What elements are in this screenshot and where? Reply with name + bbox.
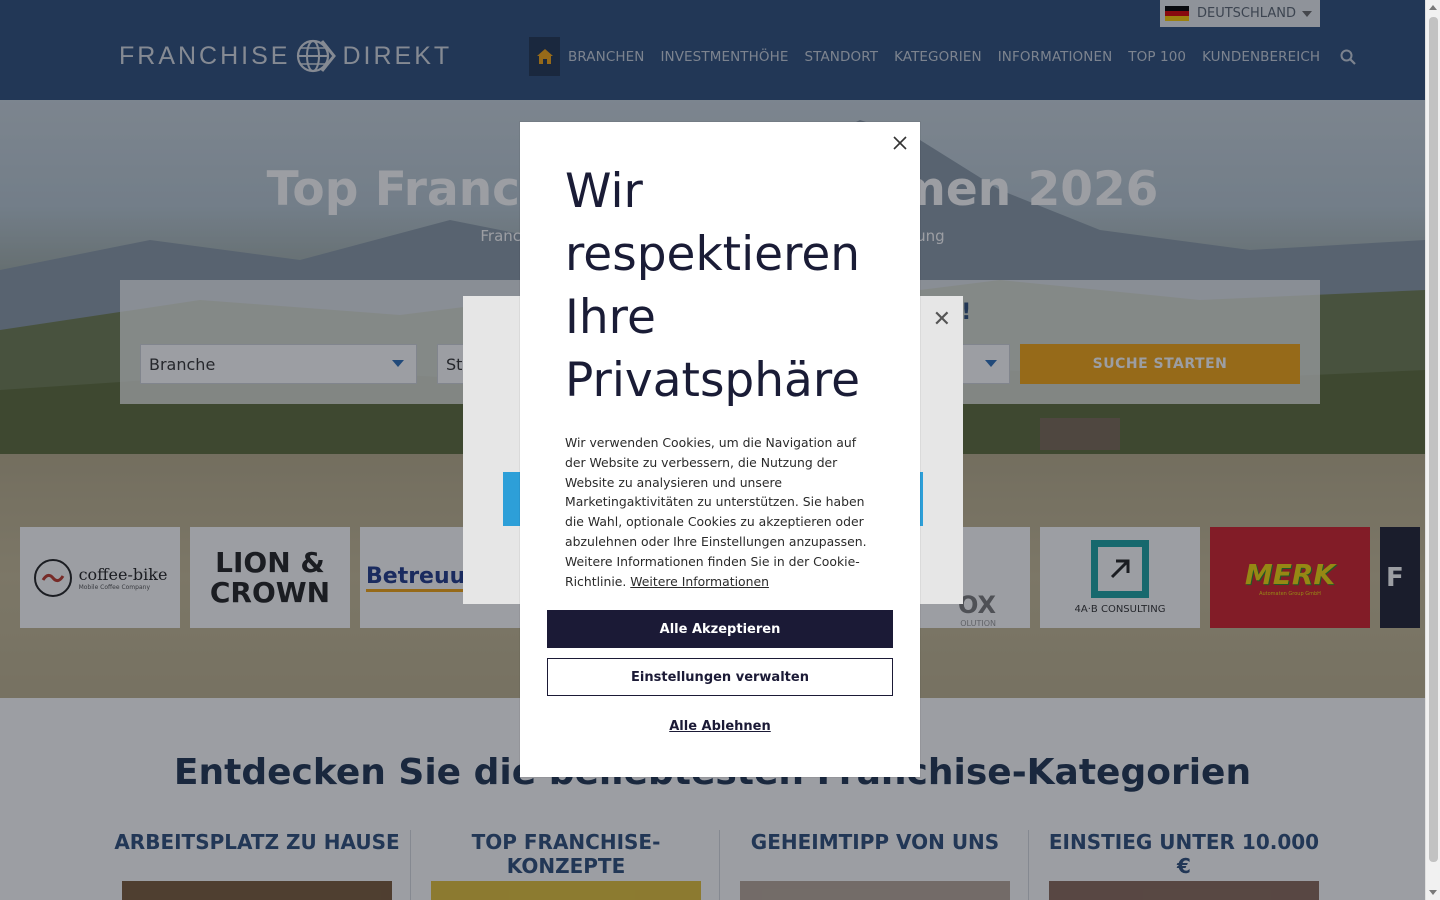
accept-all-button[interactable]: Alle Akzeptieren — [547, 610, 893, 648]
cookie-body-text: Wir verwenden Cookies, um die Navigation… — [565, 435, 867, 589]
close-icon[interactable] — [892, 135, 908, 151]
cookie-consent-dialog: Wir respektieren Ihre Privatsphäre Wir v… — [520, 122, 920, 777]
page: DEUTSCHLAND FRANCHISE DIREKT BRANCHEN IN… — [0, 0, 1425, 900]
cookie-body: Wir verwenden Cookies, um die Navigation… — [565, 433, 880, 591]
scrollbar-thumb[interactable] — [1429, 17, 1438, 862]
scroll-up-icon[interactable] — [1429, 5, 1437, 10]
manage-settings-button[interactable]: Einstellungen verwalten — [547, 658, 893, 696]
page-scrollbar[interactable] — [1425, 0, 1440, 900]
cookie-title: Wir respektieren Ihre Privatsphäre — [565, 164, 861, 408]
close-icon[interactable]: ✕ — [933, 307, 951, 332]
scroll-down-icon[interactable] — [1429, 890, 1437, 895]
reject-all-button[interactable]: Alle Ablehnen — [547, 714, 893, 738]
cookie-more-info-link[interactable]: Weitere Informationen — [630, 574, 769, 589]
